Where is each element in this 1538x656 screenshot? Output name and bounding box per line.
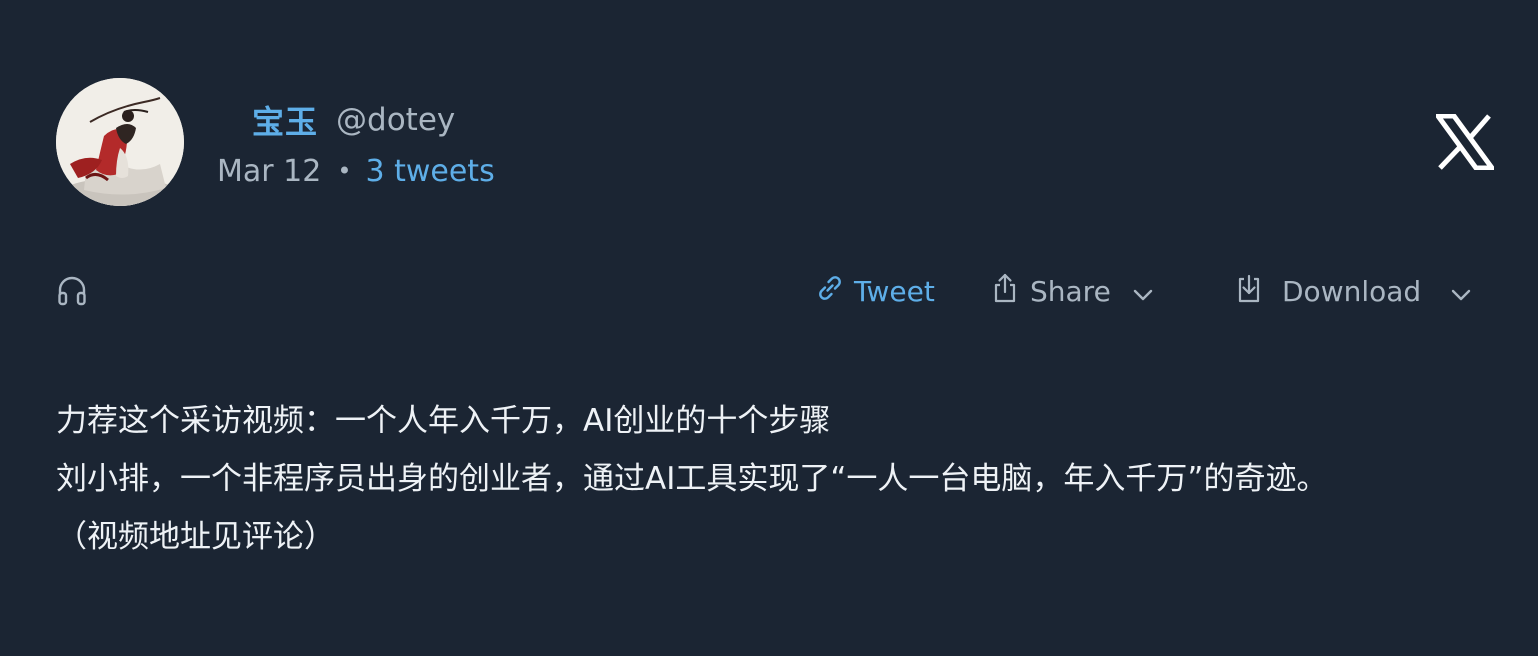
share-label: Share: [1030, 274, 1111, 308]
author-info: 宝玉 @dotey: [252, 96, 455, 144]
tweet-text-line: 刘小排，一个非程序员出身的创业者，通过AI工具实现了“一人一台电脑，年入千万”的…: [56, 461, 1328, 497]
chevron-down-icon[interactable]: [1451, 275, 1471, 308]
tweet-text-line: （视频地址见评论）: [56, 519, 335, 555]
tweet-date: Mar 12: [217, 153, 322, 189]
headphones-icon[interactable]: [56, 275, 88, 307]
link-icon: [814, 272, 846, 311]
author-name[interactable]: 宝玉: [252, 97, 318, 143]
tweet-text: 力荐这个采访视频：一个人年入千万，AI创业的十个步骤 刘小排，一个非程序员出身的…: [56, 392, 1476, 566]
avatar[interactable]: [56, 78, 184, 206]
tweet-link-button[interactable]: Tweet: [814, 268, 935, 314]
tweet-text-line: 力荐这个采访视频：一个人年入千万，AI创业的十个步骤: [56, 403, 831, 439]
thread-count-link[interactable]: 3 tweets: [365, 154, 494, 189]
tweet-label: Tweet: [854, 274, 935, 308]
meta-separator: •: [337, 157, 352, 185]
download-button[interactable]: Download: [1236, 268, 1471, 314]
tweet-meta: Mar 12 • 3 tweets: [217, 148, 495, 194]
share-button[interactable]: Share: [992, 268, 1153, 314]
download-label: Download: [1282, 274, 1422, 308]
share-icon: [992, 272, 1018, 311]
chevron-down-icon[interactable]: [1133, 275, 1153, 308]
download-icon: [1236, 272, 1262, 311]
x-logo-icon[interactable]: [1433, 113, 1497, 171]
author-handle[interactable]: @dotey: [336, 102, 455, 138]
